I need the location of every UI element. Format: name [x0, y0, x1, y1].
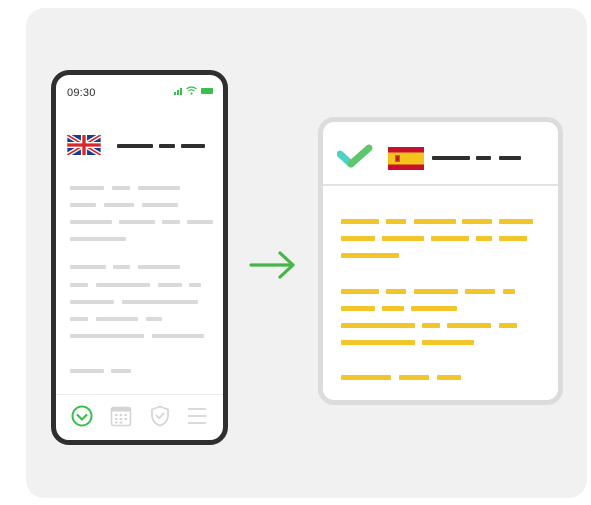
- text-placeholder: [70, 220, 112, 224]
- text-placeholder: [104, 203, 134, 207]
- translated-text-placeholder: [422, 340, 474, 345]
- translated-text-placeholder: [382, 236, 424, 241]
- text-placeholder: [70, 369, 104, 373]
- spain-flag-icon: [388, 147, 424, 170]
- phone-mockup: 09:30: [51, 70, 228, 445]
- text-placeholder: [70, 237, 126, 241]
- translated-text-placeholder: [499, 219, 533, 224]
- translated-text-placeholder: [341, 306, 375, 311]
- title-placeholder: [159, 144, 175, 148]
- battery-icon: [201, 88, 213, 94]
- title-placeholder: [432, 156, 470, 160]
- title-placeholder: [499, 156, 521, 160]
- translated-text-placeholder: [411, 306, 457, 311]
- calendar-icon[interactable]: [109, 404, 133, 428]
- translated-text-placeholder: [386, 219, 406, 224]
- translated-text-placeholder: [341, 253, 399, 258]
- text-placeholder: [70, 203, 96, 207]
- text-placeholder: [138, 265, 180, 269]
- text-placeholder: [187, 220, 213, 224]
- translated-text-placeholder: [341, 323, 415, 328]
- translated-text-placeholder: [341, 236, 375, 241]
- text-placeholder: [70, 300, 114, 304]
- translated-text-placeholder: [499, 323, 517, 328]
- text-placeholder: [119, 220, 155, 224]
- status-time: 09:30: [67, 87, 96, 99]
- translated-text-placeholder: [465, 289, 495, 294]
- translated-document-card: [318, 117, 563, 405]
- translated-text-placeholder: [414, 219, 456, 224]
- text-placeholder: [142, 203, 178, 207]
- title-placeholder: [476, 156, 491, 160]
- translated-text-placeholder: [399, 375, 429, 380]
- translated-text-placeholder: [503, 289, 515, 294]
- header-divider: [323, 184, 558, 186]
- text-placeholder: [113, 265, 130, 269]
- uk-flag-icon: [67, 135, 101, 155]
- translated-text-placeholder: [341, 340, 415, 345]
- signal-icon: [174, 88, 182, 95]
- text-placeholder: [122, 300, 198, 304]
- wifi-icon: [186, 86, 197, 95]
- text-placeholder: [138, 186, 180, 190]
- text-placeholder: [70, 334, 144, 338]
- translated-text-placeholder: [437, 375, 461, 380]
- translated-text-placeholder: [341, 375, 391, 380]
- translated-text-placeholder: [422, 323, 440, 328]
- text-placeholder: [158, 283, 182, 287]
- translated-text-placeholder: [476, 236, 492, 241]
- menu-icon[interactable]: [185, 404, 209, 428]
- translated-text-placeholder: [431, 236, 469, 241]
- text-placeholder: [70, 186, 104, 190]
- text-placeholder: [112, 186, 130, 190]
- translated-text-placeholder: [386, 289, 406, 294]
- translated-text-placeholder: [447, 323, 491, 328]
- text-placeholder: [70, 283, 88, 287]
- title-placeholder: [181, 144, 205, 148]
- translated-text-placeholder: [462, 219, 492, 224]
- translated-text-placeholder: [414, 289, 458, 294]
- text-placeholder: [189, 283, 201, 287]
- shield-check-icon[interactable]: [148, 404, 172, 428]
- translated-text-placeholder: [499, 236, 527, 241]
- text-placeholder: [146, 317, 162, 321]
- translated-text-placeholder: [341, 219, 379, 224]
- arrow-right-icon: [249, 251, 295, 279]
- translated-text-placeholder: [382, 306, 404, 311]
- checkmark-logo-icon: [337, 144, 373, 168]
- text-placeholder: [96, 317, 138, 321]
- status-bar: [174, 86, 213, 95]
- text-placeholder: [162, 220, 180, 224]
- translated-text-placeholder: [341, 289, 379, 294]
- text-placeholder: [111, 369, 131, 373]
- title-placeholder: [117, 144, 153, 148]
- check-circle-icon[interactable]: [70, 404, 94, 428]
- text-placeholder: [70, 317, 88, 321]
- text-placeholder: [70, 265, 106, 269]
- text-placeholder: [96, 283, 150, 287]
- bottom-tab-bar: [56, 394, 223, 440]
- text-placeholder: [152, 334, 204, 338]
